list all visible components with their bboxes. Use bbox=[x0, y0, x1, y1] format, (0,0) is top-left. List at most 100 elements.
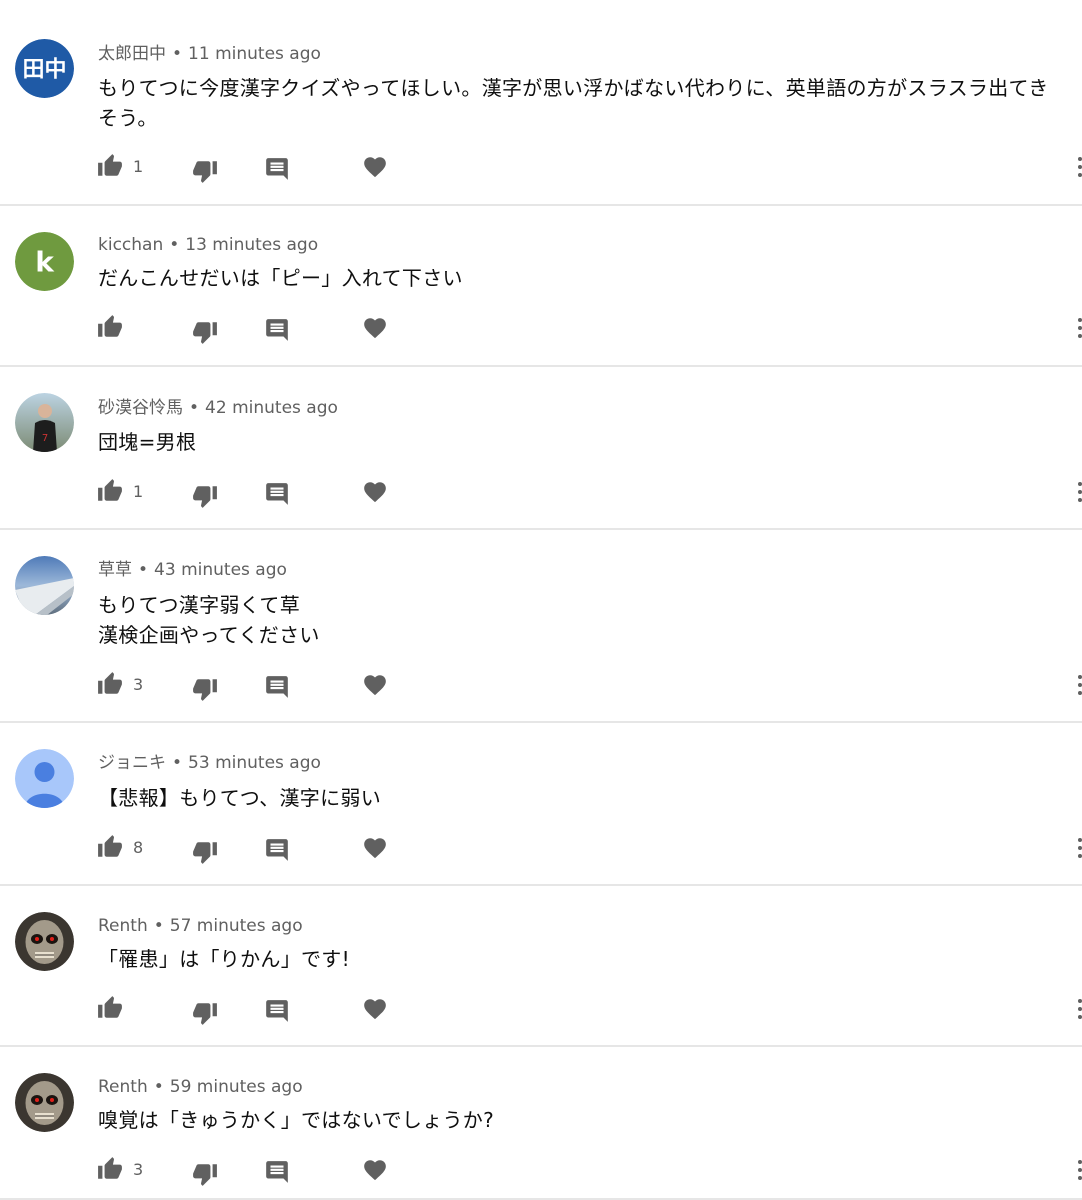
comment-text-line: 【悲報】もりてつ、漢字に弱い bbox=[98, 786, 381, 810]
comment-meta: ジョニキ • 53 minutes ago bbox=[98, 752, 321, 774]
comment-item: 草草 • 43 minutes ago もりてつ漢字弱くて草 漢検企画やってください … bbox=[0, 530, 1082, 723]
comment-text-line: 漢検企画やってください bbox=[98, 623, 320, 647]
dislike-button[interactable] bbox=[192, 483, 218, 509]
heart-button[interactable] bbox=[362, 479, 388, 505]
comment-text: 嗅覚は「きゅうかく」ではないでしょうか? bbox=[98, 1105, 1076, 1135]
like-count: 3 bbox=[133, 1159, 144, 1179]
more-vert-icon[interactable] bbox=[1076, 157, 1082, 179]
comment-text-line: そう。 bbox=[98, 106, 158, 130]
like-button[interactable]: 3 bbox=[97, 671, 143, 697]
comment-text-line: 嗅覚は「きゅうかく」ではないでしょうか? bbox=[98, 1108, 495, 1132]
reply-icon bbox=[264, 674, 290, 700]
reply-icon bbox=[264, 481, 290, 507]
avatar[interactable]: 田中 bbox=[15, 39, 74, 98]
timestamp[interactable]: 59 minutes ago bbox=[170, 1077, 303, 1097]
timestamp[interactable]: 13 minutes ago bbox=[185, 235, 318, 255]
heart-button[interactable] bbox=[362, 996, 388, 1022]
like-button[interactable] bbox=[97, 314, 133, 340]
reply-button[interactable] bbox=[264, 481, 290, 507]
author-name[interactable]: 草草 bbox=[98, 560, 132, 580]
comment-meta: 草草 • 43 minutes ago bbox=[98, 559, 287, 581]
heart-button[interactable] bbox=[362, 315, 388, 341]
separator-dot: • bbox=[172, 44, 183, 64]
comment-item: Renth • 57 minutes ago 「罹患」は「りかん」です! bbox=[0, 886, 1082, 1047]
more-vert-icon[interactable] bbox=[1076, 999, 1082, 1021]
comment-actions: 8 bbox=[0, 834, 1082, 864]
heart-button[interactable] bbox=[362, 154, 388, 180]
more-vert-icon[interactable] bbox=[1076, 838, 1082, 860]
timestamp[interactable]: 11 minutes ago bbox=[188, 44, 321, 64]
timestamp[interactable]: 53 minutes ago bbox=[188, 753, 321, 773]
separator-dot: • bbox=[172, 753, 183, 773]
heart-button[interactable] bbox=[362, 835, 388, 861]
heart-icon bbox=[362, 1157, 388, 1183]
reply-button[interactable] bbox=[264, 317, 290, 343]
dislike-button[interactable] bbox=[192, 1000, 218, 1026]
author-name[interactable]: kicchan bbox=[98, 235, 163, 255]
comment-text-line: もりてつ漢字弱くて草 bbox=[98, 593, 300, 617]
author-name[interactable]: 太郎田中 bbox=[98, 44, 166, 64]
comment-actions: 3 bbox=[0, 1156, 1082, 1186]
comment-text-line: 「罹患」は「りかん」です! bbox=[98, 947, 350, 971]
avatar[interactable]: k bbox=[15, 232, 74, 291]
comment-item: 7 砂漠谷怜馬 • 42 minutes ago 団塊=男根 1 bbox=[0, 367, 1082, 530]
dislike-button[interactable] bbox=[192, 319, 218, 345]
heart-icon bbox=[362, 479, 388, 505]
comment-actions: 3 bbox=[0, 671, 1082, 701]
avatar[interactable]: 7 bbox=[15, 393, 74, 452]
svg-text:k: k bbox=[35, 246, 55, 279]
timestamp[interactable]: 42 minutes ago bbox=[205, 398, 338, 418]
like-count: 3 bbox=[133, 674, 144, 694]
author-name[interactable]: 砂漠谷怜馬 bbox=[98, 398, 183, 418]
reply-button[interactable] bbox=[264, 674, 290, 700]
avatar[interactable] bbox=[15, 749, 74, 808]
comment-actions bbox=[0, 314, 1082, 344]
dislike-button[interactable] bbox=[192, 1161, 218, 1187]
more-vert-icon[interactable] bbox=[1076, 482, 1082, 504]
dislike-button[interactable] bbox=[192, 158, 218, 184]
avatar[interactable] bbox=[15, 556, 74, 615]
heart-icon bbox=[362, 154, 388, 180]
thumbs-down-icon bbox=[192, 1161, 218, 1187]
thumbs-up-icon bbox=[97, 478, 123, 504]
like-button[interactable]: 1 bbox=[97, 478, 143, 504]
heart-button[interactable] bbox=[362, 672, 388, 698]
avatar[interactable] bbox=[15, 1073, 74, 1132]
thumbs-up-icon bbox=[97, 314, 123, 340]
more-vert-icon[interactable] bbox=[1076, 675, 1082, 697]
dislike-button[interactable] bbox=[192, 676, 218, 702]
comment-text-line: だんこんせだいは「ピー」入れて下さい bbox=[98, 266, 463, 290]
author-name[interactable]: Renth bbox=[98, 916, 148, 936]
comment-item: 田中 太郎田中 • 11 minutes ago もりてつに今度漢字クイズやってほし… bbox=[0, 0, 1082, 206]
like-button[interactable]: 8 bbox=[97, 834, 143, 860]
comment-meta: Renth • 57 minutes ago bbox=[98, 915, 303, 937]
thumbs-down-icon bbox=[192, 483, 218, 509]
timestamp[interactable]: 57 minutes ago bbox=[170, 916, 303, 936]
comment-actions: 1 bbox=[0, 478, 1082, 508]
reply-button[interactable] bbox=[264, 156, 290, 182]
thumbs-down-icon bbox=[192, 839, 218, 865]
timestamp[interactable]: 43 minutes ago bbox=[154, 560, 287, 580]
dislike-button[interactable] bbox=[192, 839, 218, 865]
thumbs-down-icon bbox=[192, 676, 218, 702]
reply-button[interactable] bbox=[264, 998, 290, 1024]
heart-button[interactable] bbox=[362, 1157, 388, 1183]
reply-button[interactable] bbox=[264, 837, 290, 863]
reply-button[interactable] bbox=[264, 1159, 290, 1185]
comment-item: k kicchan • 13 minutes ago だんこんせだいは「ピー」入れて… bbox=[0, 206, 1082, 367]
separator-dot: • bbox=[138, 560, 149, 580]
like-button[interactable]: 3 bbox=[97, 1156, 143, 1182]
author-name[interactable]: Renth bbox=[98, 1077, 148, 1097]
author-name[interactable]: ジョニキ bbox=[98, 753, 166, 773]
avatar[interactable] bbox=[15, 912, 74, 971]
like-button[interactable]: 1 bbox=[97, 153, 143, 179]
thumbs-down-icon bbox=[192, 158, 218, 184]
like-button[interactable] bbox=[97, 995, 133, 1021]
thumbs-up-icon bbox=[97, 995, 123, 1021]
thumbs-up-icon bbox=[97, 834, 123, 860]
comment-text: 「罹患」は「りかん」です! bbox=[98, 944, 1076, 974]
comment-meta: 太郎田中 • 11 minutes ago bbox=[98, 43, 321, 65]
more-vert-icon[interactable] bbox=[1076, 1160, 1082, 1182]
more-vert-icon[interactable] bbox=[1076, 318, 1082, 340]
comment-text-line: 団塊=男根 bbox=[98, 430, 197, 454]
